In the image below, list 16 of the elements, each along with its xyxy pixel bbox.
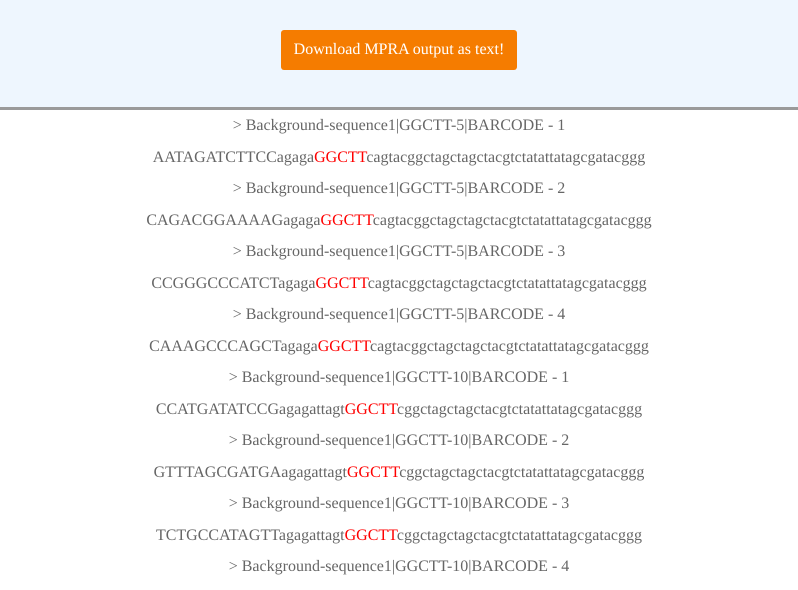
sequence-heading: > Background-sequence1|GGCTT-10|BARCODE - 2 [228, 431, 570, 451]
sequence-text: AATAGATCTTCCagagaGGCTTcagtacggctagctagctacgtctatattatagcgatacggg [152, 148, 646, 168]
sequence-text: CAAAGCCCAGCTagagaGGCTTcagtacggctagctagctacgtctatattatagcgatacggg [149, 336, 649, 356]
sequence-heading: > Background-sequence1|GGCTT-10|BARCODE - 4 [228, 557, 570, 577]
sequence-text: CCATGATATCCGagagattagtGGCTTcggctagctagctacgtctatattatagcgatacggg [156, 400, 642, 420]
sequence-heading: > Background-sequence1|GGCTT-10|BARCODE - 3 [228, 494, 570, 514]
sequence-text: TCTGCCATAGTTagagattagtGGCTTcggctagctagctacgtctatattatagcgatacggg [156, 526, 642, 546]
sequence-text: CCGGGCCCATCTagagaGGCTTcagtacggctagctagctacgtctatattatagcgatacggg [151, 274, 647, 294]
download-button[interactable]: Download MPRA output as text! [280, 30, 518, 70]
sequence-heading: > Background-sequence1|GGCTT-10|BARCODE - 1 [228, 368, 570, 388]
sequence-heading: > Background-sequence1|GGCTT-5|BARCODE - 2 [232, 179, 566, 199]
sequence-text: GTTTAGCGATGAagagattagtGGCTTcggctagctagctacgtctatattatagcgatacggg [154, 462, 644, 482]
sequence-text: CAGACGGAAAAGagagaGGCTTcagtacggctagctagctacgtctatattatagcgatacggg [146, 210, 652, 230]
sequence-heading: > Background-sequence1|GGCTT-5|BARCODE - 1 [232, 116, 566, 136]
sequence-heading: > Background-sequence1|GGCTT-5|BARCODE - 4 [232, 305, 566, 325]
sequence-heading: > Background-sequence1|GGCTT-5|BARCODE - 3 [232, 242, 566, 262]
